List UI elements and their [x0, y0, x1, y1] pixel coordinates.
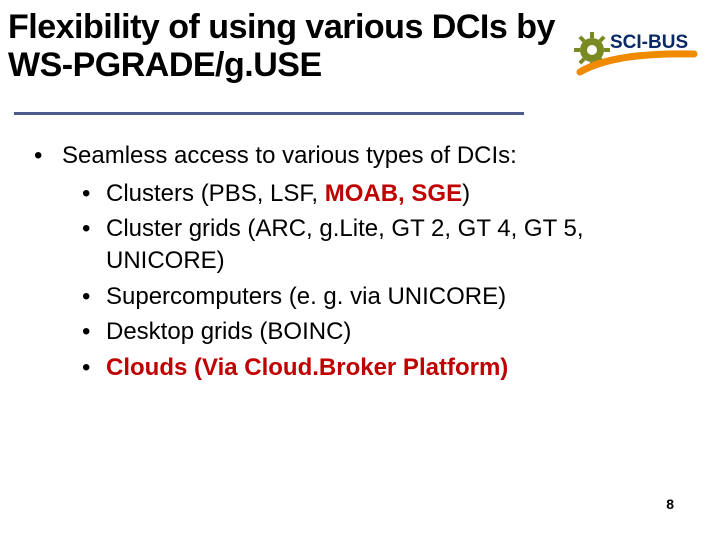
highlight-text: MOAB, SGE — [325, 180, 462, 207]
bullet-text-level2: Supercomputers (e. g. via UNICORE) — [106, 281, 690, 313]
bullet-level1: • Seamless access to various types of DC… — [34, 140, 690, 172]
slide-title: Flexibility of using various DCIs by WS-… — [8, 8, 570, 84]
bullet-mark-level1: • — [34, 140, 62, 172]
bullet-text-level1: Seamless access to various types of DCIs… — [62, 140, 690, 172]
bullet-mark-level2: • — [82, 213, 106, 276]
bullet-level2: • Clouds (Via Cloud.Broker Platform) — [82, 352, 690, 384]
text-segment: Clusters (PBS, LSF, — [106, 180, 325, 207]
svg-text:SCI-BUS: SCI-BUS — [610, 32, 688, 53]
bullet-level2: • Clusters (PBS, LSF, MOAB, SGE) — [82, 178, 690, 210]
title-underline — [14, 112, 524, 115]
bullet-text-level2: Desktop grids (BOINC) — [106, 316, 690, 348]
bullet-level2: • Desktop grids (BOINC) — [82, 316, 690, 348]
bullet-mark-level2: • — [82, 352, 106, 384]
bullet-mark-level2: • — [82, 316, 106, 348]
bullet-text-level2: Clouds (Via Cloud.Broker Platform) — [106, 352, 690, 384]
sci-bus-logo: SCI-BUS — [574, 22, 704, 84]
bullet-level2: • Supercomputers (e. g. via UNICORE) — [82, 281, 690, 313]
bullet-mark-level2: • — [82, 178, 106, 210]
text-segment: Desktop grids (BOINC) — [106, 318, 351, 345]
bullet-level2: • Cluster grids (ARC, g.Lite, GT 2, GT 4… — [82, 213, 690, 276]
content-area: • Seamless access to various types of DC… — [34, 140, 690, 388]
text-segment: Supercomputers (e. g. via UNICORE) — [106, 283, 506, 310]
text-segment: Cluster grids (ARC, g.Lite, GT 2, GT 4, … — [106, 215, 584, 274]
page-number: 8 — [666, 496, 674, 512]
text-segment: ) — [462, 180, 470, 207]
bullet-text-level2: Cluster grids (ARC, g.Lite, GT 2, GT 4, … — [106, 213, 690, 276]
bullet-text-level2: Clusters (PBS, LSF, MOAB, SGE) — [106, 178, 690, 210]
highlight-text: Clouds (Via Cloud.Broker Platform) — [106, 354, 508, 381]
slide: Flexibility of using various DCIs by WS-… — [0, 0, 720, 540]
bullet-mark-level2: • — [82, 281, 106, 313]
